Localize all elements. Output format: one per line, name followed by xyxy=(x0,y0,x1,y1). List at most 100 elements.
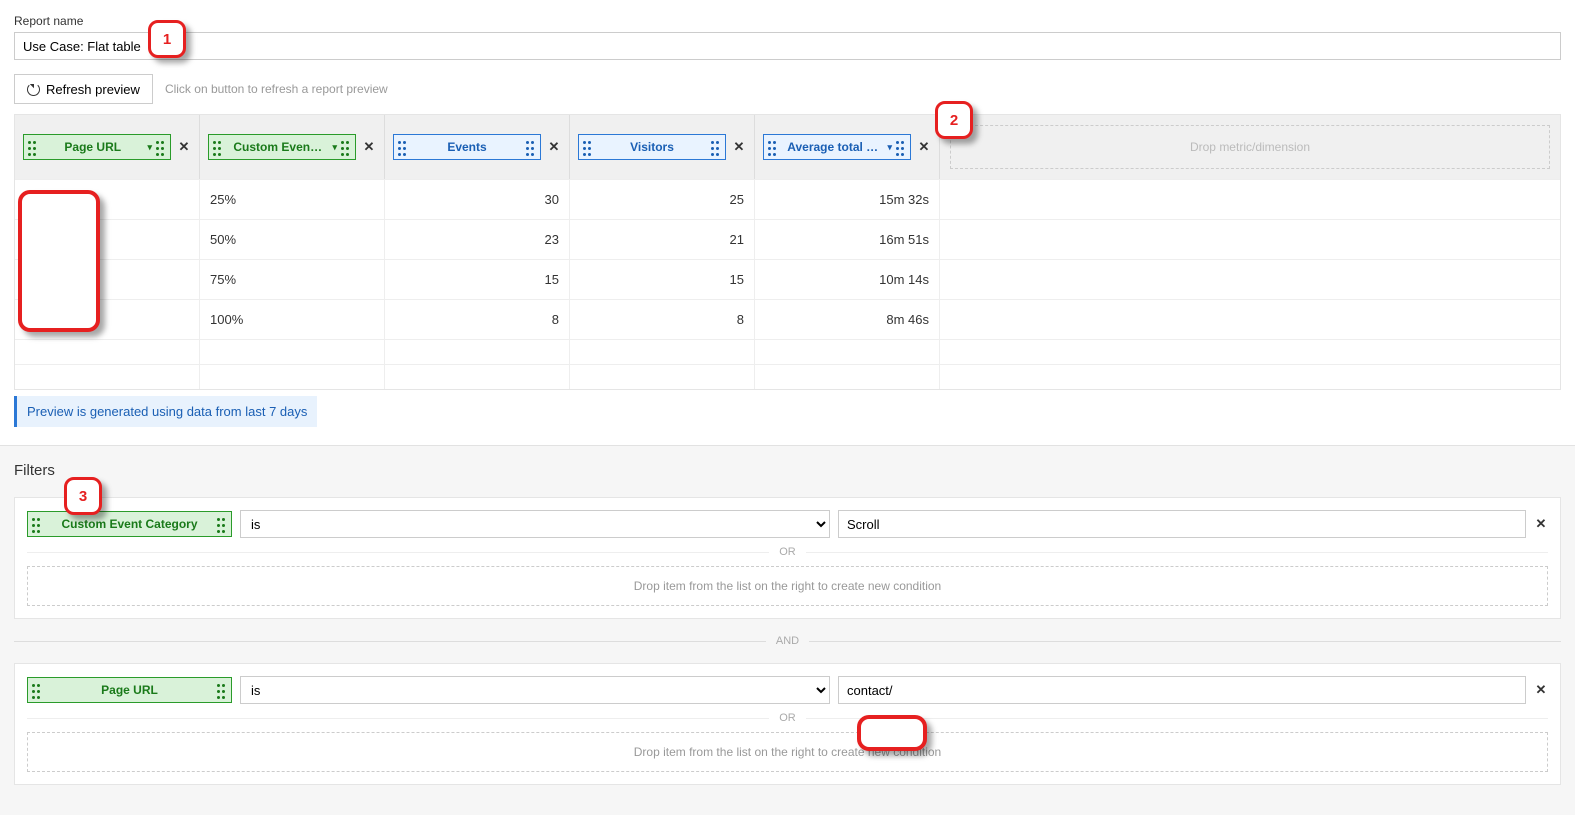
table-cell: 30 xyxy=(385,180,570,219)
chevron-down-icon[interactable]: ▾ xyxy=(332,142,337,153)
drag-handle-icon[interactable] xyxy=(213,139,223,155)
drag-handle-icon[interactable] xyxy=(768,139,778,155)
chip-label: Events xyxy=(412,140,522,154)
column-header: Page URL ▾ ✕ xyxy=(15,115,200,179)
callout-1: 1 xyxy=(148,20,186,58)
column-header: Events ✕ xyxy=(385,115,570,179)
table-row: /contact/75%151510m 14s xyxy=(15,259,1560,299)
filter-operator-select[interactable]: is xyxy=(240,510,830,538)
chip-label: Custom Even… xyxy=(227,140,328,154)
table-cell: 15m 32s xyxy=(755,180,940,219)
table-cell xyxy=(755,340,940,364)
table-cell: 10m 14s xyxy=(755,260,940,299)
drag-handle-icon[interactable] xyxy=(156,139,166,155)
remove-column-icon[interactable]: ✕ xyxy=(362,140,376,154)
drop-condition-zone[interactable]: Drop item from the list on the right to … xyxy=(27,732,1548,772)
drag-handle-icon[interactable] xyxy=(217,682,227,698)
table-cell xyxy=(940,260,1560,299)
column-header: Average total … ▾ ✕ xyxy=(755,115,940,179)
drag-handle-icon[interactable] xyxy=(526,139,536,155)
filter-dimension-chip[interactable]: Page URL xyxy=(27,677,232,703)
chip-label: Page URL xyxy=(42,140,143,154)
and-separator: AND xyxy=(14,635,1561,647)
column-header: Visitors ✕ xyxy=(570,115,755,179)
table-cell: 50% xyxy=(200,220,385,259)
redaction-box xyxy=(857,715,927,751)
table-row: /contact/25%302515m 32s xyxy=(15,179,1560,219)
drop-column-zone[interactable]: Drop metric/dimension xyxy=(940,115,1560,179)
table-cell xyxy=(940,300,1560,339)
table-cell: 16m 51s xyxy=(755,220,940,259)
drag-handle-icon[interactable] xyxy=(583,139,593,155)
callout-3: 3 xyxy=(64,477,102,515)
table-row xyxy=(15,339,1560,364)
table-cell xyxy=(385,365,570,389)
report-builder: Page URL ▾ ✕ Custom Even… ▾ ✕ Events ✕ xyxy=(14,114,1561,390)
metric-chip-visitors[interactable]: Visitors xyxy=(578,134,726,160)
table-cell: 25% xyxy=(200,180,385,219)
remove-column-icon[interactable]: ✕ xyxy=(917,140,931,154)
table-cell xyxy=(570,340,755,364)
remove-column-icon[interactable]: ✕ xyxy=(177,140,191,154)
report-name-label: Report name xyxy=(14,14,1561,28)
table-row xyxy=(15,364,1560,389)
drag-handle-icon[interactable] xyxy=(398,139,408,155)
metric-chip-avg-total[interactable]: Average total … ▾ xyxy=(763,134,911,160)
table-cell xyxy=(940,180,1560,219)
chip-label: Average total … xyxy=(782,140,883,154)
table-cell xyxy=(755,365,940,389)
table-cell: 75% xyxy=(200,260,385,299)
drop-zone-label: Drop metric/dimension xyxy=(950,125,1550,169)
table-cell xyxy=(570,365,755,389)
filter-condition-row: Page URL is ✕ xyxy=(27,676,1548,704)
table-cell xyxy=(15,365,200,389)
table-cell xyxy=(200,365,385,389)
table-cell: 8m 46s xyxy=(755,300,940,339)
table-cell xyxy=(200,340,385,364)
table-cell xyxy=(940,220,1560,259)
table-row: /contact/100%888m 46s xyxy=(15,299,1560,339)
filter-dimension-chip[interactable]: Custom Event Category xyxy=(27,511,232,537)
redaction-box xyxy=(18,190,100,332)
filter-value-input[interactable] xyxy=(838,676,1526,704)
filter-operator-select[interactable]: is xyxy=(240,676,830,704)
remove-column-icon[interactable]: ✕ xyxy=(732,140,746,154)
drag-handle-icon[interactable] xyxy=(217,516,227,532)
table-cell xyxy=(940,365,1560,389)
remove-filter-icon[interactable]: ✕ xyxy=(1534,683,1548,697)
dimension-chip-page-url[interactable]: Page URL ▾ xyxy=(23,134,171,160)
chevron-down-icon[interactable]: ▾ xyxy=(887,142,892,153)
drag-handle-icon[interactable] xyxy=(711,139,721,155)
remove-filter-icon[interactable]: ✕ xyxy=(1534,517,1548,531)
table-cell: 25 xyxy=(570,180,755,219)
drag-handle-icon[interactable] xyxy=(896,139,906,155)
callout-2: 2 xyxy=(935,101,973,139)
table-cell: 15 xyxy=(385,260,570,299)
chevron-down-icon[interactable]: ▾ xyxy=(147,142,152,153)
table-body: /contact/25%302515m 32s/contact/50%23211… xyxy=(15,179,1560,389)
remove-column-icon[interactable]: ✕ xyxy=(547,140,561,154)
refresh-icon xyxy=(27,83,40,96)
filters-heading: Filters xyxy=(14,462,1561,479)
filter-group: Page URL is ✕ OR Drop item from the list… xyxy=(14,663,1561,785)
filter-value-input[interactable] xyxy=(838,510,1526,538)
table-cell: 15 xyxy=(570,260,755,299)
chip-label: Page URL xyxy=(46,683,213,697)
drag-handle-icon[interactable] xyxy=(32,516,42,532)
table-cell xyxy=(15,340,200,364)
drop-condition-zone[interactable]: Drop item from the list on the right to … xyxy=(27,566,1548,606)
or-separator: OR xyxy=(27,712,1548,724)
column-header: Custom Even… ▾ ✕ xyxy=(200,115,385,179)
table-cell: 23 xyxy=(385,220,570,259)
metric-chip-events[interactable]: Events xyxy=(393,134,541,160)
drag-handle-icon[interactable] xyxy=(32,682,42,698)
report-name-input[interactable] xyxy=(14,32,1561,60)
drag-handle-icon[interactable] xyxy=(28,139,38,155)
refresh-preview-button[interactable]: Refresh preview xyxy=(14,74,153,104)
drag-handle-icon[interactable] xyxy=(341,139,351,155)
table-cell: 100% xyxy=(200,300,385,339)
table-cell: 8 xyxy=(570,300,755,339)
dimension-chip-custom-event[interactable]: Custom Even… ▾ xyxy=(208,134,356,160)
chip-label: Custom Event Category xyxy=(46,517,213,531)
refresh-hint: Click on button to refresh a report prev… xyxy=(165,82,388,96)
